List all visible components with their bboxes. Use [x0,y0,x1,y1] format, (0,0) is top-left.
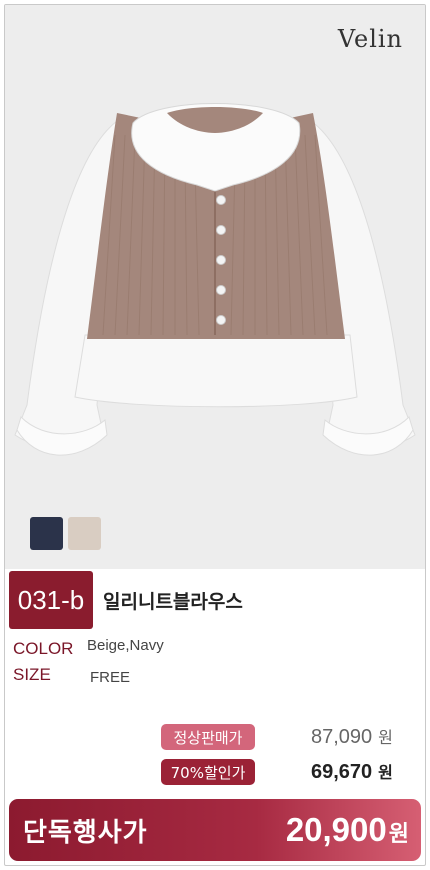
special-price-value: 20,900 [285,811,387,848]
size-value: FREE [90,669,131,686]
discount-price-tag: 70%할인가 [161,759,255,785]
regular-price: 87,090 원 [311,724,393,749]
product-name[interactable]: 일리니트블라우스 [103,587,243,614]
discount-price: 69,670 원 [311,759,393,784]
regular-price-tag: 정상판매가 [161,724,255,750]
size-label: SIZE [13,665,51,684]
color-label: COLOR [13,639,74,658]
currency-unit: 원 [378,728,393,747]
product-photo[interactable]: Velin [5,5,425,569]
swatch-navy[interactable] [30,517,63,550]
swatch-beige[interactable] [68,517,101,550]
blouse-image [14,103,416,456]
product-card[interactable]: Velin 031-b 일리니트블라우스 COLOR Beige,Navy SI… [4,4,426,866]
discount-price-value: 69,670 [311,761,373,783]
special-price-label: 단독행사가 [23,817,148,848]
special-price: 20,900원 [286,811,409,849]
color-value: Beige,Navy [87,637,164,654]
regular-price-value: 87,090 [311,726,373,748]
special-price-bar[interactable]: 단독행사가 20,900원 [9,799,421,861]
product-code-badge: 031-b [9,571,93,629]
currency-unit: 원 [388,822,409,847]
currency-unit: 원 [378,763,393,782]
